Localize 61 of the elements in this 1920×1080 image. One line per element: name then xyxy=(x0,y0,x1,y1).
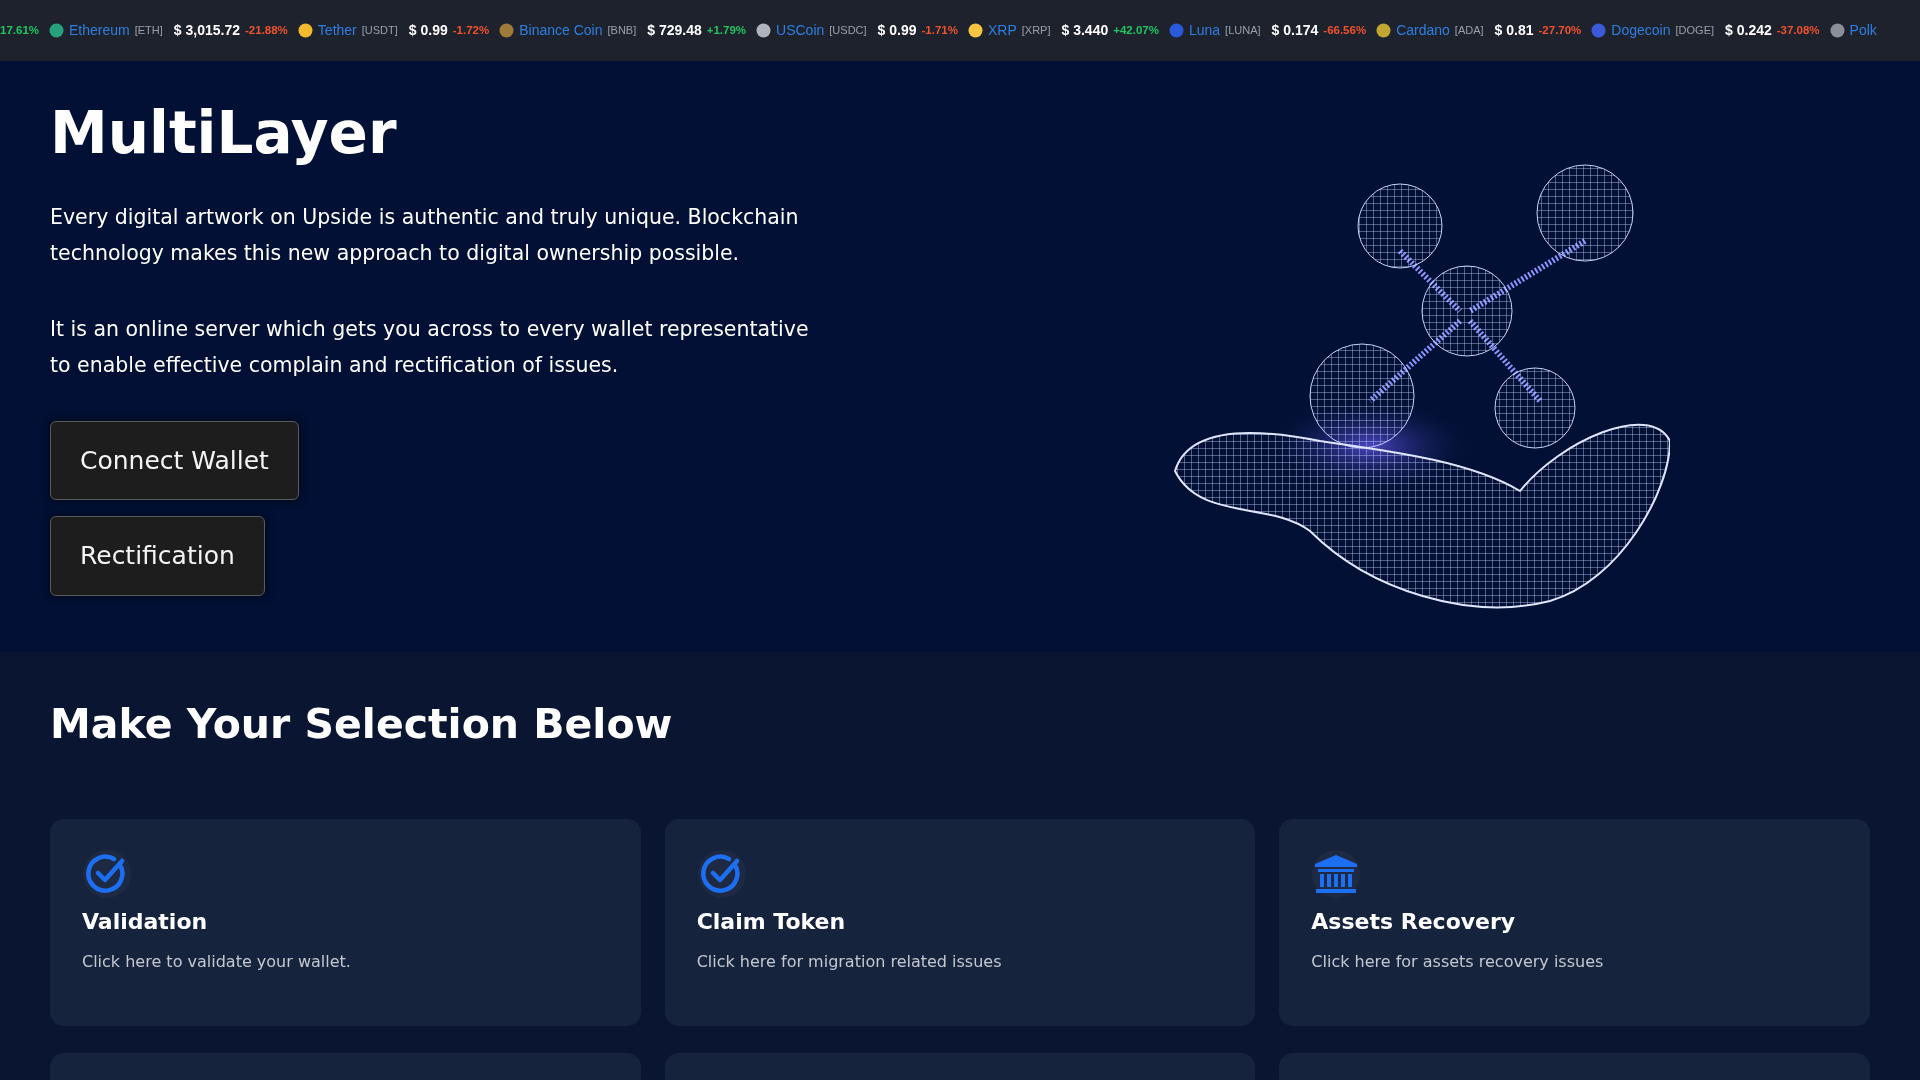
price-change: +1.79% xyxy=(706,22,747,38)
price-change: -1.71% xyxy=(921,22,958,38)
coin-price: $ 0.81 xyxy=(1494,21,1534,40)
price-change: 17.61% xyxy=(0,22,39,38)
price-change: -27.70% xyxy=(1538,22,1582,38)
coin-icon xyxy=(297,23,313,38)
hero-title: MultiLayer xyxy=(50,98,398,169)
coin-symbol: [XRP] xyxy=(1021,23,1051,39)
coin-name-link[interactable]: Luna xyxy=(1188,20,1221,41)
coin-symbol: [USDC] xyxy=(829,23,867,39)
coin-symbol: [DOGE] xyxy=(1675,23,1715,39)
coin-price: $ 3,015.72 xyxy=(173,21,240,40)
coin-icon xyxy=(1168,23,1184,38)
rectification-button[interactable]: Rectification xyxy=(50,516,265,596)
connect-wallet-button[interactable]: Connect Wallet xyxy=(50,420,299,501)
hero-paragraph: Every digital artwork on Upside is authentic and truly unique. Blockchain technology makes this new approach to digital ownership possible. xyxy=(50,203,800,267)
check-circle-icon xyxy=(82,849,132,900)
price-change: -1.72% xyxy=(452,22,490,38)
bank-icon xyxy=(1311,849,1362,900)
coin-price: $ 3.440 xyxy=(1061,21,1109,40)
coin-icon xyxy=(756,23,772,38)
coin-name-link[interactable]: XRP xyxy=(987,20,1017,41)
coin-price: $ 0.242 xyxy=(1725,21,1772,40)
coin-price: $ 0.174 xyxy=(1271,21,1319,40)
price-change: -37.08% xyxy=(1776,22,1820,38)
coin-symbol: [USDT] xyxy=(361,23,398,39)
price-change: -66.56% xyxy=(1323,22,1367,38)
selection-card[interactable]: Validation Click here to validate your wallet. xyxy=(50,819,641,1027)
coin-name-link[interactable]: Ethereum xyxy=(69,20,130,41)
coin-price: $ 0.99 xyxy=(877,21,917,40)
coin-symbol: [LUNA] xyxy=(1225,23,1261,39)
coin-price: $ 0.99 xyxy=(408,21,448,40)
card-title: Assets Recovery xyxy=(1311,909,1517,936)
coin-name-link[interactable]: Cardano xyxy=(1396,20,1450,41)
coin-name-link[interactable]: Polk xyxy=(1849,20,1877,41)
coin-symbol: [ETH] xyxy=(134,23,163,39)
check-circle-icon xyxy=(696,849,747,900)
coin-icon xyxy=(967,23,983,38)
coin-name-link[interactable]: Binance Coin xyxy=(519,20,603,41)
price-change: +42.07% xyxy=(1113,22,1159,38)
card-title: Claim Token xyxy=(696,909,847,936)
coin-name-link[interactable]: Dogecoin xyxy=(1611,20,1671,41)
coin-icon xyxy=(499,23,515,38)
selection-card[interactable]: Claim Token Click here for migration related issues xyxy=(664,819,1256,1027)
coin-icon xyxy=(49,23,64,38)
coin-name-link[interactable]: Tether xyxy=(317,20,357,41)
hero-paragraph: It is an online server which gets you across to every wallet representative to enable effective complain and rectification of issues. xyxy=(50,315,810,379)
card-title: Validation xyxy=(82,909,209,936)
price-change: -21.88% xyxy=(245,22,288,38)
card-description: Click here for assets recovery issues xyxy=(1311,950,1605,973)
coin-icon xyxy=(1829,23,1845,38)
selection-card[interactable]: Assets Recovery Click here for assets recovery issues xyxy=(1279,819,1870,1027)
section-heading: Make Your Selection Below xyxy=(50,700,674,750)
coin-icon xyxy=(1376,23,1392,38)
coin-name-link[interactable]: USCoin xyxy=(776,20,825,41)
card-description: Click here to validate your wallet. xyxy=(82,950,352,973)
coin-price: $ 729.48 xyxy=(647,21,702,40)
coin-icon xyxy=(1591,23,1607,38)
coin-symbol: [BNB] xyxy=(607,23,637,39)
coin-symbol: [ADA] xyxy=(1454,23,1484,39)
card-description: Click here for migration related issues xyxy=(696,950,1003,973)
